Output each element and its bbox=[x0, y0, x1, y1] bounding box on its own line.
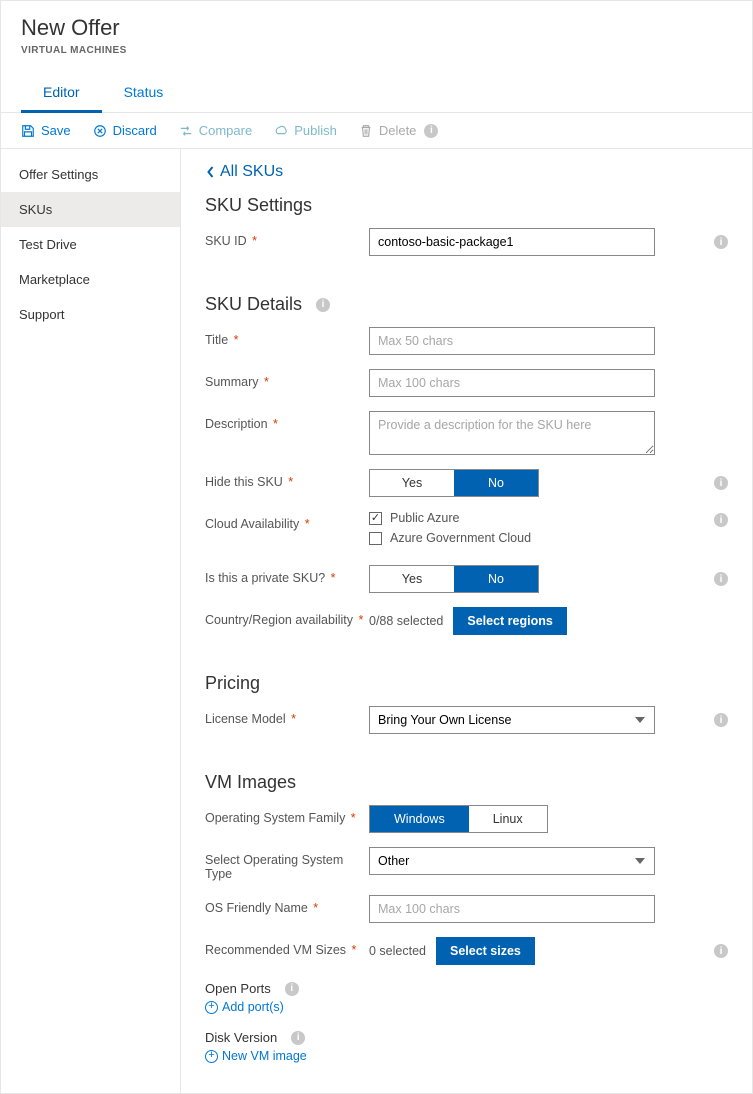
discard-icon bbox=[93, 124, 107, 138]
section-sku-details: SKU Details bbox=[205, 294, 728, 315]
info-icon[interactable] bbox=[316, 298, 330, 312]
offer-type-label: VIRTUAL MACHINES bbox=[21, 45, 732, 56]
tab-bar: Editor Status bbox=[1, 70, 752, 113]
save-icon bbox=[21, 124, 35, 138]
os-friendly-name-input[interactable] bbox=[369, 895, 655, 923]
save-button[interactable]: Save bbox=[21, 123, 71, 138]
new-vm-image-link[interactable]: New VM image bbox=[205, 1049, 728, 1063]
label-description: Description bbox=[205, 417, 268, 431]
chevron-left-icon bbox=[205, 165, 216, 179]
private-sku-toggle: Yes No bbox=[369, 565, 539, 593]
sidebar-item-test-drive[interactable]: Test Drive bbox=[1, 227, 180, 262]
hide-sku-no[interactable]: No bbox=[454, 470, 538, 496]
os-family-toggle: Windows Linux bbox=[369, 805, 548, 833]
hide-sku-toggle: Yes No bbox=[369, 469, 539, 497]
checkbox-gov-cloud[interactable] bbox=[369, 532, 382, 545]
region-count: 0/88 selected bbox=[369, 614, 443, 628]
info-icon[interactable] bbox=[714, 476, 728, 490]
plus-icon bbox=[205, 1050, 218, 1063]
discard-button[interactable]: Discard bbox=[93, 123, 157, 138]
description-input[interactable] bbox=[369, 411, 655, 455]
select-regions-button[interactable]: Select regions bbox=[453, 607, 566, 635]
label-os-family: Operating System Family bbox=[205, 811, 345, 825]
hide-sku-yes[interactable]: Yes bbox=[370, 470, 454, 496]
page-title: New Offer bbox=[21, 15, 732, 41]
label-os-type: Select Operating System Type bbox=[205, 853, 343, 881]
open-ports-heading: Open Ports bbox=[205, 981, 728, 996]
sidebar: Offer Settings SKUs Test Drive Marketpla… bbox=[1, 149, 181, 1093]
private-sku-no[interactable]: No bbox=[454, 566, 538, 592]
select-sizes-button[interactable]: Select sizes bbox=[436, 937, 535, 965]
label-sku-id: SKU ID bbox=[205, 234, 247, 248]
os-family-windows[interactable]: Windows bbox=[370, 806, 469, 832]
disk-version-heading: Disk Version bbox=[205, 1030, 728, 1045]
info-icon[interactable] bbox=[714, 944, 728, 958]
label-license-model: License Model bbox=[205, 712, 286, 726]
info-icon[interactable] bbox=[714, 513, 728, 527]
label-os-friendly-name: OS Friendly Name bbox=[205, 901, 308, 915]
section-sku-settings: SKU Settings bbox=[205, 195, 728, 216]
license-model-select[interactable]: Bring Your Own License bbox=[369, 706, 655, 734]
delete-icon bbox=[359, 124, 373, 138]
label-vm-sizes: Recommended VM Sizes bbox=[205, 943, 346, 957]
checkbox-public-azure[interactable] bbox=[369, 512, 382, 525]
info-icon[interactable] bbox=[424, 124, 438, 138]
sidebar-item-support[interactable]: Support bbox=[1, 297, 180, 332]
tab-status[interactable]: Status bbox=[102, 76, 186, 112]
label-cloud-availability: Cloud Availability bbox=[205, 517, 299, 531]
publish-icon bbox=[274, 124, 288, 138]
label-title: Title bbox=[205, 333, 228, 347]
info-icon[interactable] bbox=[714, 572, 728, 586]
os-type-select[interactable]: Other bbox=[369, 847, 655, 875]
summary-input[interactable] bbox=[369, 369, 655, 397]
info-icon[interactable] bbox=[714, 713, 728, 727]
publish-button[interactable]: Publish bbox=[274, 123, 337, 138]
section-vm-images: VM Images bbox=[205, 772, 728, 793]
sidebar-item-skus[interactable]: SKUs bbox=[1, 192, 180, 227]
info-icon[interactable] bbox=[714, 235, 728, 249]
info-icon[interactable] bbox=[285, 982, 299, 996]
compare-button[interactable]: Compare bbox=[179, 123, 252, 138]
info-icon[interactable] bbox=[291, 1031, 305, 1045]
private-sku-yes[interactable]: Yes bbox=[370, 566, 454, 592]
toolbar: Save Discard Compare Publish Delete bbox=[1, 113, 752, 149]
section-pricing: Pricing bbox=[205, 673, 728, 694]
label-region-availability: Country/Region availability bbox=[205, 613, 353, 627]
vm-sizes-count: 0 selected bbox=[369, 944, 426, 958]
tab-editor[interactable]: Editor bbox=[21, 76, 102, 113]
add-ports-link[interactable]: Add port(s) bbox=[205, 1000, 728, 1014]
os-family-linux[interactable]: Linux bbox=[469, 806, 547, 832]
label-hide-sku: Hide this SKU bbox=[205, 475, 283, 489]
compare-icon bbox=[179, 124, 193, 138]
title-input[interactable] bbox=[369, 327, 655, 355]
label-private-sku: Is this a private SKU? bbox=[205, 571, 325, 585]
sku-id-input[interactable] bbox=[369, 228, 655, 256]
label-summary: Summary bbox=[205, 375, 258, 389]
plus-icon bbox=[205, 1001, 218, 1014]
back-all-skus[interactable]: All SKUs bbox=[205, 163, 728, 181]
sidebar-item-marketplace[interactable]: Marketplace bbox=[1, 262, 180, 297]
delete-button[interactable]: Delete bbox=[359, 123, 417, 138]
sidebar-item-offer-settings[interactable]: Offer Settings bbox=[1, 157, 180, 192]
